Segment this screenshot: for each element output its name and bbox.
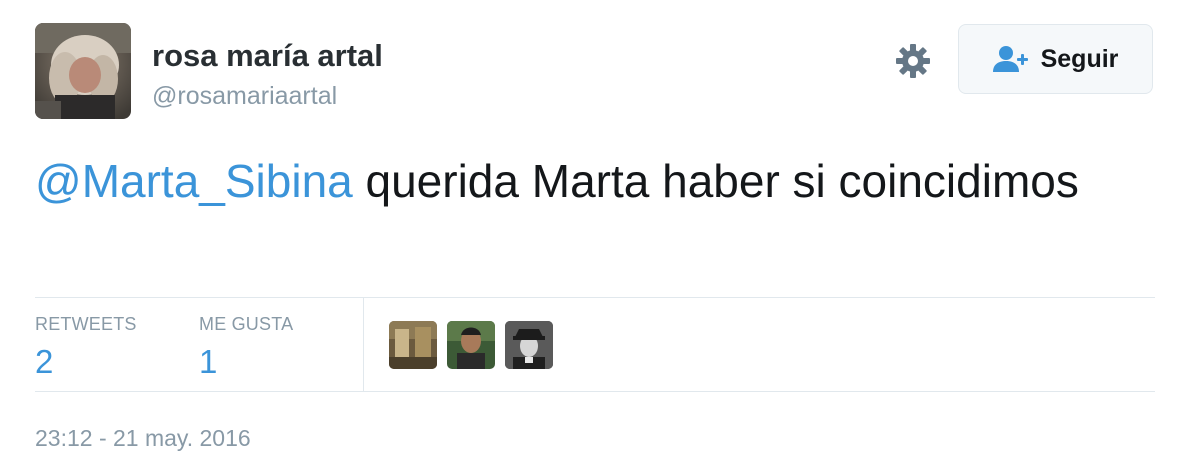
retweets-stat[interactable]: RETWEETS 2 xyxy=(35,312,137,382)
stats-divider-top xyxy=(35,297,1155,298)
follow-user-plus-icon xyxy=(992,45,1031,73)
likes-count: 1 xyxy=(199,343,218,380)
liker-avatar[interactable] xyxy=(505,321,553,369)
liker-avatars xyxy=(389,321,563,369)
tweet-timestamp[interactable]: 23:12 - 21 may. 2016 xyxy=(35,424,251,452)
user-display-name[interactable]: rosa maría artal xyxy=(152,36,383,76)
stats-vertical-divider xyxy=(363,297,364,391)
user-handle[interactable]: @rosamariaartal xyxy=(152,80,337,112)
retweets-count: 2 xyxy=(35,343,54,380)
tweet-card: rosa maría artal @rosamariaartal Seguir … xyxy=(0,0,1191,463)
stats-divider-bottom xyxy=(35,391,1155,392)
tweet-body-text: querida Marta haber si coincidimos xyxy=(352,155,1079,207)
mention-link[interactable]: @Marta_Sibina xyxy=(35,155,353,207)
gear-icon[interactable] xyxy=(893,41,933,81)
likes-stat[interactable]: ME GUSTA 1 xyxy=(199,312,293,382)
follow-button[interactable]: Seguir xyxy=(958,24,1153,94)
avatar[interactable] xyxy=(35,23,131,119)
liker-avatar[interactable] xyxy=(447,321,495,369)
likes-label: ME GUSTA xyxy=(199,314,294,334)
tweet-text: @Marta_Sibina querida Marta haber si coi… xyxy=(35,152,1155,210)
liker-avatar[interactable] xyxy=(389,321,437,369)
follow-button-label: Seguir xyxy=(1040,44,1119,73)
retweets-label: RETWEETS xyxy=(35,314,137,334)
avatar-image xyxy=(35,23,131,119)
